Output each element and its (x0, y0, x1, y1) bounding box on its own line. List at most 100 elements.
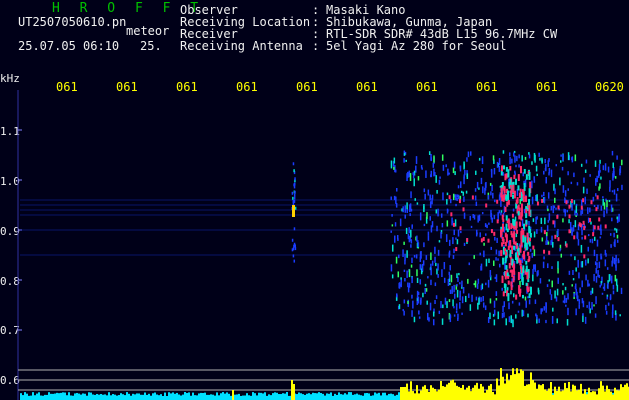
signal-pixel (408, 235, 411, 243)
meter-yellow-bar (444, 386, 446, 400)
meteor-echo (294, 177, 296, 181)
signal-pixel (619, 168, 621, 176)
signal-hot-pixel (592, 232, 595, 237)
waterfall-display (17, 90, 629, 400)
meter-cyan-bar (392, 394, 394, 400)
signal-hot-pixel (548, 250, 551, 255)
signal-pixel (499, 263, 501, 268)
signal-pixel (417, 176, 420, 181)
meter-cyan-bar (172, 392, 174, 400)
signal-hot-pixel (512, 275, 515, 283)
meter-cyan-bar (314, 393, 316, 400)
meter-cyan-bar (146, 394, 148, 400)
signal-pixel (595, 276, 598, 283)
signal-pixel (416, 290, 419, 299)
meter-cyan-bar (372, 395, 374, 400)
signal-hot-pixel (525, 282, 528, 286)
signal-pixel (430, 153, 432, 161)
meteor-echo (293, 244, 295, 248)
meter-cyan-bar (144, 392, 146, 400)
signal-pixel (437, 263, 439, 271)
meter-yellow-bar (558, 386, 560, 400)
meter-cyan-bar (226, 392, 228, 400)
signal-pixel (434, 300, 436, 305)
signal-pixel (597, 170, 600, 178)
meteor-echo (293, 196, 296, 200)
signal-pixel (587, 234, 590, 237)
meter-cyan-bar (272, 393, 274, 400)
signal-pixel (439, 176, 441, 179)
meter-cyan-bar (340, 394, 342, 400)
signal-pixel (416, 235, 418, 242)
signal-pixel (404, 214, 406, 219)
signal-pixel (456, 197, 458, 202)
meter-cyan-bar (362, 395, 364, 400)
signal-pixel (423, 223, 426, 227)
signal-pixel (515, 314, 517, 319)
signal-pixel (547, 241, 550, 245)
meter-cyan-bar (166, 395, 168, 400)
meter-cyan-bar (274, 392, 276, 400)
meter-cyan-bar (132, 393, 134, 400)
signal-hot-pixel (519, 288, 522, 294)
signal-hot-pixel (507, 292, 510, 302)
signal-pixel (524, 156, 527, 160)
signal-pixel (609, 186, 611, 192)
signal-pixel (429, 194, 431, 201)
meter-cyan-bar (230, 395, 232, 400)
signal-pixel (431, 221, 434, 228)
signal-pixel (553, 205, 556, 209)
meter-cyan-bar (122, 394, 124, 400)
signal-pixel (528, 220, 530, 226)
signal-pixel (410, 264, 413, 268)
signal-pixel (592, 196, 595, 202)
meter-cyan-bar (68, 392, 70, 400)
signal-pixel (489, 298, 492, 304)
meter-cyan-bar (136, 393, 138, 400)
meter-yellow-bar (474, 385, 476, 400)
signal-pixel (459, 195, 462, 200)
signal-pixel (403, 310, 405, 316)
signal-hot-pixel (505, 251, 508, 256)
signal-pixel (604, 163, 607, 171)
meter-yellow-bar (492, 391, 494, 400)
signal-pixel (495, 291, 498, 297)
signal-pixel (582, 313, 584, 316)
meter-cyan-bar (134, 394, 136, 400)
meter-cyan-bar (196, 395, 198, 400)
signal-pixel (589, 207, 591, 213)
meter-cyan-bar (62, 392, 64, 400)
signal-hot-pixel (509, 165, 512, 171)
signal-pixel (595, 296, 597, 305)
signal-pixel (536, 194, 538, 202)
signal-pixel (535, 165, 538, 172)
signal-hot-pixel (527, 251, 530, 256)
signal-pixel (493, 319, 496, 326)
signal-pixel (442, 304, 444, 309)
signal-pixel (522, 310, 525, 317)
meter-cyan-bar (344, 393, 346, 400)
signal-pixel (548, 168, 551, 174)
signal-pixel (586, 305, 588, 308)
meter-yellow-bar (428, 391, 430, 400)
meter-yellow-bar (552, 394, 554, 400)
meter-yellow-bar (618, 390, 620, 400)
meter-cyan-bar (388, 393, 390, 400)
meter-cyan-bar (380, 395, 382, 400)
signal-pixel (406, 270, 408, 278)
meter-cyan-bar (260, 392, 262, 400)
signal-pixel (498, 250, 500, 257)
meter-cyan-bar (390, 393, 392, 400)
signal-pixel (456, 284, 458, 287)
signal-pixel (551, 266, 553, 270)
signal-pixel (538, 152, 540, 157)
signal-pixel (580, 244, 583, 253)
meter-cyan-bar (44, 394, 46, 400)
meter-cyan-bar (60, 392, 62, 400)
signal-hot-pixel (565, 243, 568, 248)
signal-pixel (612, 162, 615, 169)
meter-cyan-bar (88, 392, 90, 400)
meter-cyan-bar (326, 393, 328, 400)
meter-cyan-bar (394, 395, 396, 400)
signal-hot-pixel (565, 200, 568, 205)
